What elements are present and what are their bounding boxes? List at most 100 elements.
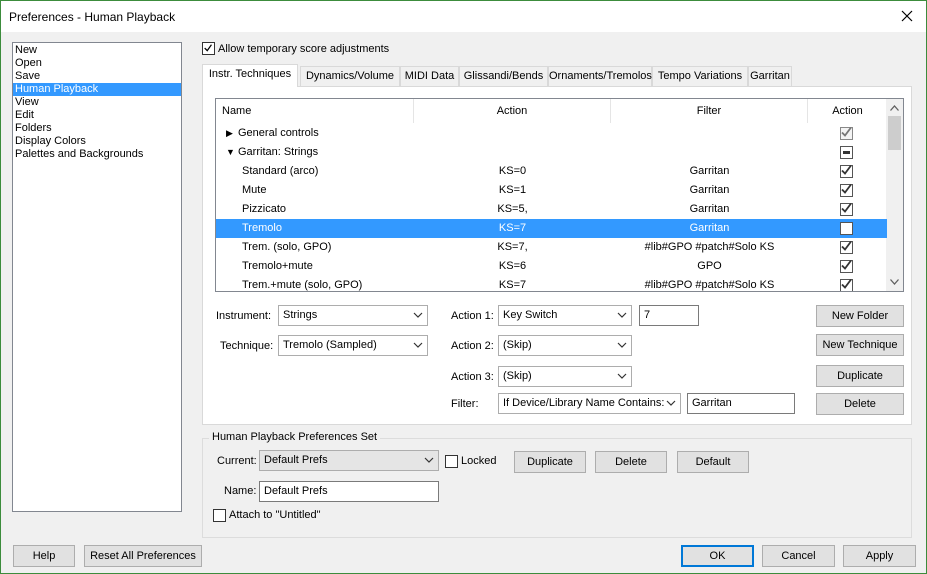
locked-checkbox[interactable] [445, 455, 458, 468]
duplicate-prefs-button[interactable]: Duplicate [514, 451, 586, 473]
table-header: Name Action Filter Action [216, 99, 887, 123]
category-item[interactable]: Edit [13, 109, 181, 122]
action3-dropdown[interactable]: (Skip) [498, 366, 632, 387]
tab-0[interactable]: Instr. Techniques [202, 64, 298, 87]
table-row[interactable]: Mute KS=1 Garritan [216, 181, 887, 200]
category-item[interactable]: Palettes and Backgrounds [13, 148, 181, 161]
category-list[interactable]: New Open Save Human Playback View Edit Folders… [12, 42, 182, 512]
chevron-down-icon [617, 373, 627, 379]
help-button[interactable]: Help [13, 545, 75, 567]
row-action [414, 143, 611, 162]
reset-all-preferences-button[interactable]: Reset All Preferences [84, 545, 202, 567]
row-enable-checkbox[interactable] [840, 164, 853, 178]
attach-checkbox[interactable] [213, 509, 226, 522]
attach-label: Attach to "Untitled" [229, 509, 321, 521]
row-enable-checkbox[interactable] [840, 259, 853, 273]
table-row[interactable]: ▼ Garritan: Strings [216, 143, 887, 162]
checkmark-icon [841, 240, 852, 251]
tab-5[interactable]: Tempo Variations [652, 66, 748, 86]
table-row[interactable]: Tremolo KS=7 Garritan [216, 219, 887, 238]
row-filter [611, 143, 808, 162]
apply-button[interactable]: Apply [843, 545, 916, 567]
row-enable-checkbox[interactable] [840, 126, 853, 140]
scroll-thumb[interactable] [888, 116, 901, 150]
scroll-down-icon[interactable] [890, 279, 899, 285]
table-scrollbar[interactable] [886, 99, 903, 291]
current-prefs-dropdown[interactable]: Default Prefs [259, 450, 439, 471]
table-row[interactable]: Standard (arco) KS=0 Garritan [216, 162, 887, 181]
tab-6[interactable]: Garritan [748, 66, 792, 86]
tab-3[interactable]: Glissandi/Bends [459, 66, 548, 86]
expand-arrow-icon[interactable]: ▶ [226, 124, 233, 143]
chevron-down-icon [666, 400, 676, 406]
header-action-toggle[interactable]: Action [808, 99, 887, 123]
filter-text-input[interactable]: Garritan [687, 393, 795, 414]
row-name: Trem. (solo, GPO) [242, 241, 332, 253]
cancel-button[interactable]: Cancel [762, 545, 835, 567]
row-enable-checkbox[interactable] [840, 202, 853, 216]
row-filter: Garritan [689, 184, 730, 196]
row-filter: GPO [697, 260, 722, 272]
close-icon[interactable] [896, 5, 918, 27]
row-filter: #lib#GPO #patch#Solo KS [644, 241, 775, 253]
row-action: KS=0 [498, 165, 527, 177]
table-row[interactable]: ▶ General controls [216, 124, 887, 143]
row-action: KS=7 [498, 222, 527, 234]
technique-value: Tremolo (Sampled) [283, 339, 377, 351]
default-prefs-button[interactable]: Default [677, 451, 749, 473]
table-row[interactable]: Tremolo+mute KS=6 GPO [216, 257, 887, 276]
tab-1[interactable]: Dynamics/Volume [300, 66, 400, 86]
row-enable-checkbox[interactable] [840, 222, 853, 235]
new-technique-button[interactable]: New Technique [816, 334, 904, 356]
row-name: Tremolo+mute [242, 260, 313, 272]
tab-4[interactable]: Ornaments/Tremolos [548, 66, 652, 86]
header-action[interactable]: Action [414, 99, 611, 123]
row-enable-checkbox[interactable] [840, 240, 853, 254]
chevron-down-icon [617, 312, 627, 318]
table-row[interactable]: Trem.+mute (solo, GPO) KS=7 #lib#GPO #patc… [216, 276, 887, 291]
category-item[interactable]: Human Playback [13, 83, 181, 96]
category-item[interactable]: Display Colors [13, 135, 181, 148]
scroll-up-icon[interactable] [890, 105, 899, 111]
category-item[interactable]: Folders [13, 122, 181, 135]
row-action: KS=7 [498, 279, 527, 291]
action1-param-input[interactable]: 7 [639, 305, 699, 326]
category-item[interactable]: View [13, 96, 181, 109]
current-label: Current: [217, 455, 257, 467]
instrument-dropdown[interactable]: Strings [278, 305, 428, 326]
row-enable-checkbox[interactable] [840, 146, 853, 159]
tab-2[interactable]: MIDI Data [400, 66, 459, 86]
table-row[interactable]: Trem. (solo, GPO) KS=7, #lib#GPO #patch#So… [216, 238, 887, 257]
filter-dropdown[interactable]: If Device/Library Name Contains: [498, 393, 681, 414]
category-item[interactable]: Open [13, 57, 181, 70]
locked-label: Locked [461, 455, 497, 467]
action2-label: Action 2: [451, 340, 494, 352]
header-name[interactable]: Name [216, 99, 414, 123]
techniques-table[interactable]: Name Action Filter Action ▶ General contr… [215, 98, 904, 292]
table-row[interactable]: Pizzicato KS=5, Garritan [216, 200, 887, 219]
category-item[interactable]: New [13, 44, 181, 57]
chevron-down-icon [424, 457, 434, 463]
row-name: General controls [238, 127, 319, 139]
action2-value: (Skip) [503, 339, 532, 351]
action2-dropdown[interactable]: (Skip) [498, 335, 632, 356]
row-enable-checkbox[interactable] [840, 183, 853, 197]
row-enable-checkbox[interactable] [840, 278, 853, 291]
prefs-name-input[interactable]: Default Prefs [259, 481, 439, 502]
action1-dropdown[interactable]: Key Switch [498, 305, 632, 326]
delete-technique-button[interactable]: Delete [816, 393, 904, 415]
technique-dropdown[interactable]: Tremolo (Sampled) [278, 335, 428, 356]
allow-temp-label: Allow temporary score adjustments [218, 43, 390, 55]
allow-temp-checkbox[interactable] [202, 42, 215, 55]
action3-label: Action 3: [451, 371, 494, 383]
name-label: Name: [224, 485, 257, 497]
collapse-arrow-icon[interactable]: ▼ [226, 143, 235, 162]
category-item[interactable]: Save [13, 70, 181, 83]
checkmark-icon [841, 202, 852, 213]
ok-button[interactable]: OK [681, 545, 754, 567]
delete-prefs-button[interactable]: Delete [595, 451, 667, 473]
duplicate-technique-button[interactable]: Duplicate [816, 365, 904, 387]
new-folder-button[interactable]: New Folder [816, 305, 904, 327]
row-name: Trem.+mute (solo, GPO) [242, 279, 363, 291]
header-filter[interactable]: Filter [611, 99, 808, 123]
